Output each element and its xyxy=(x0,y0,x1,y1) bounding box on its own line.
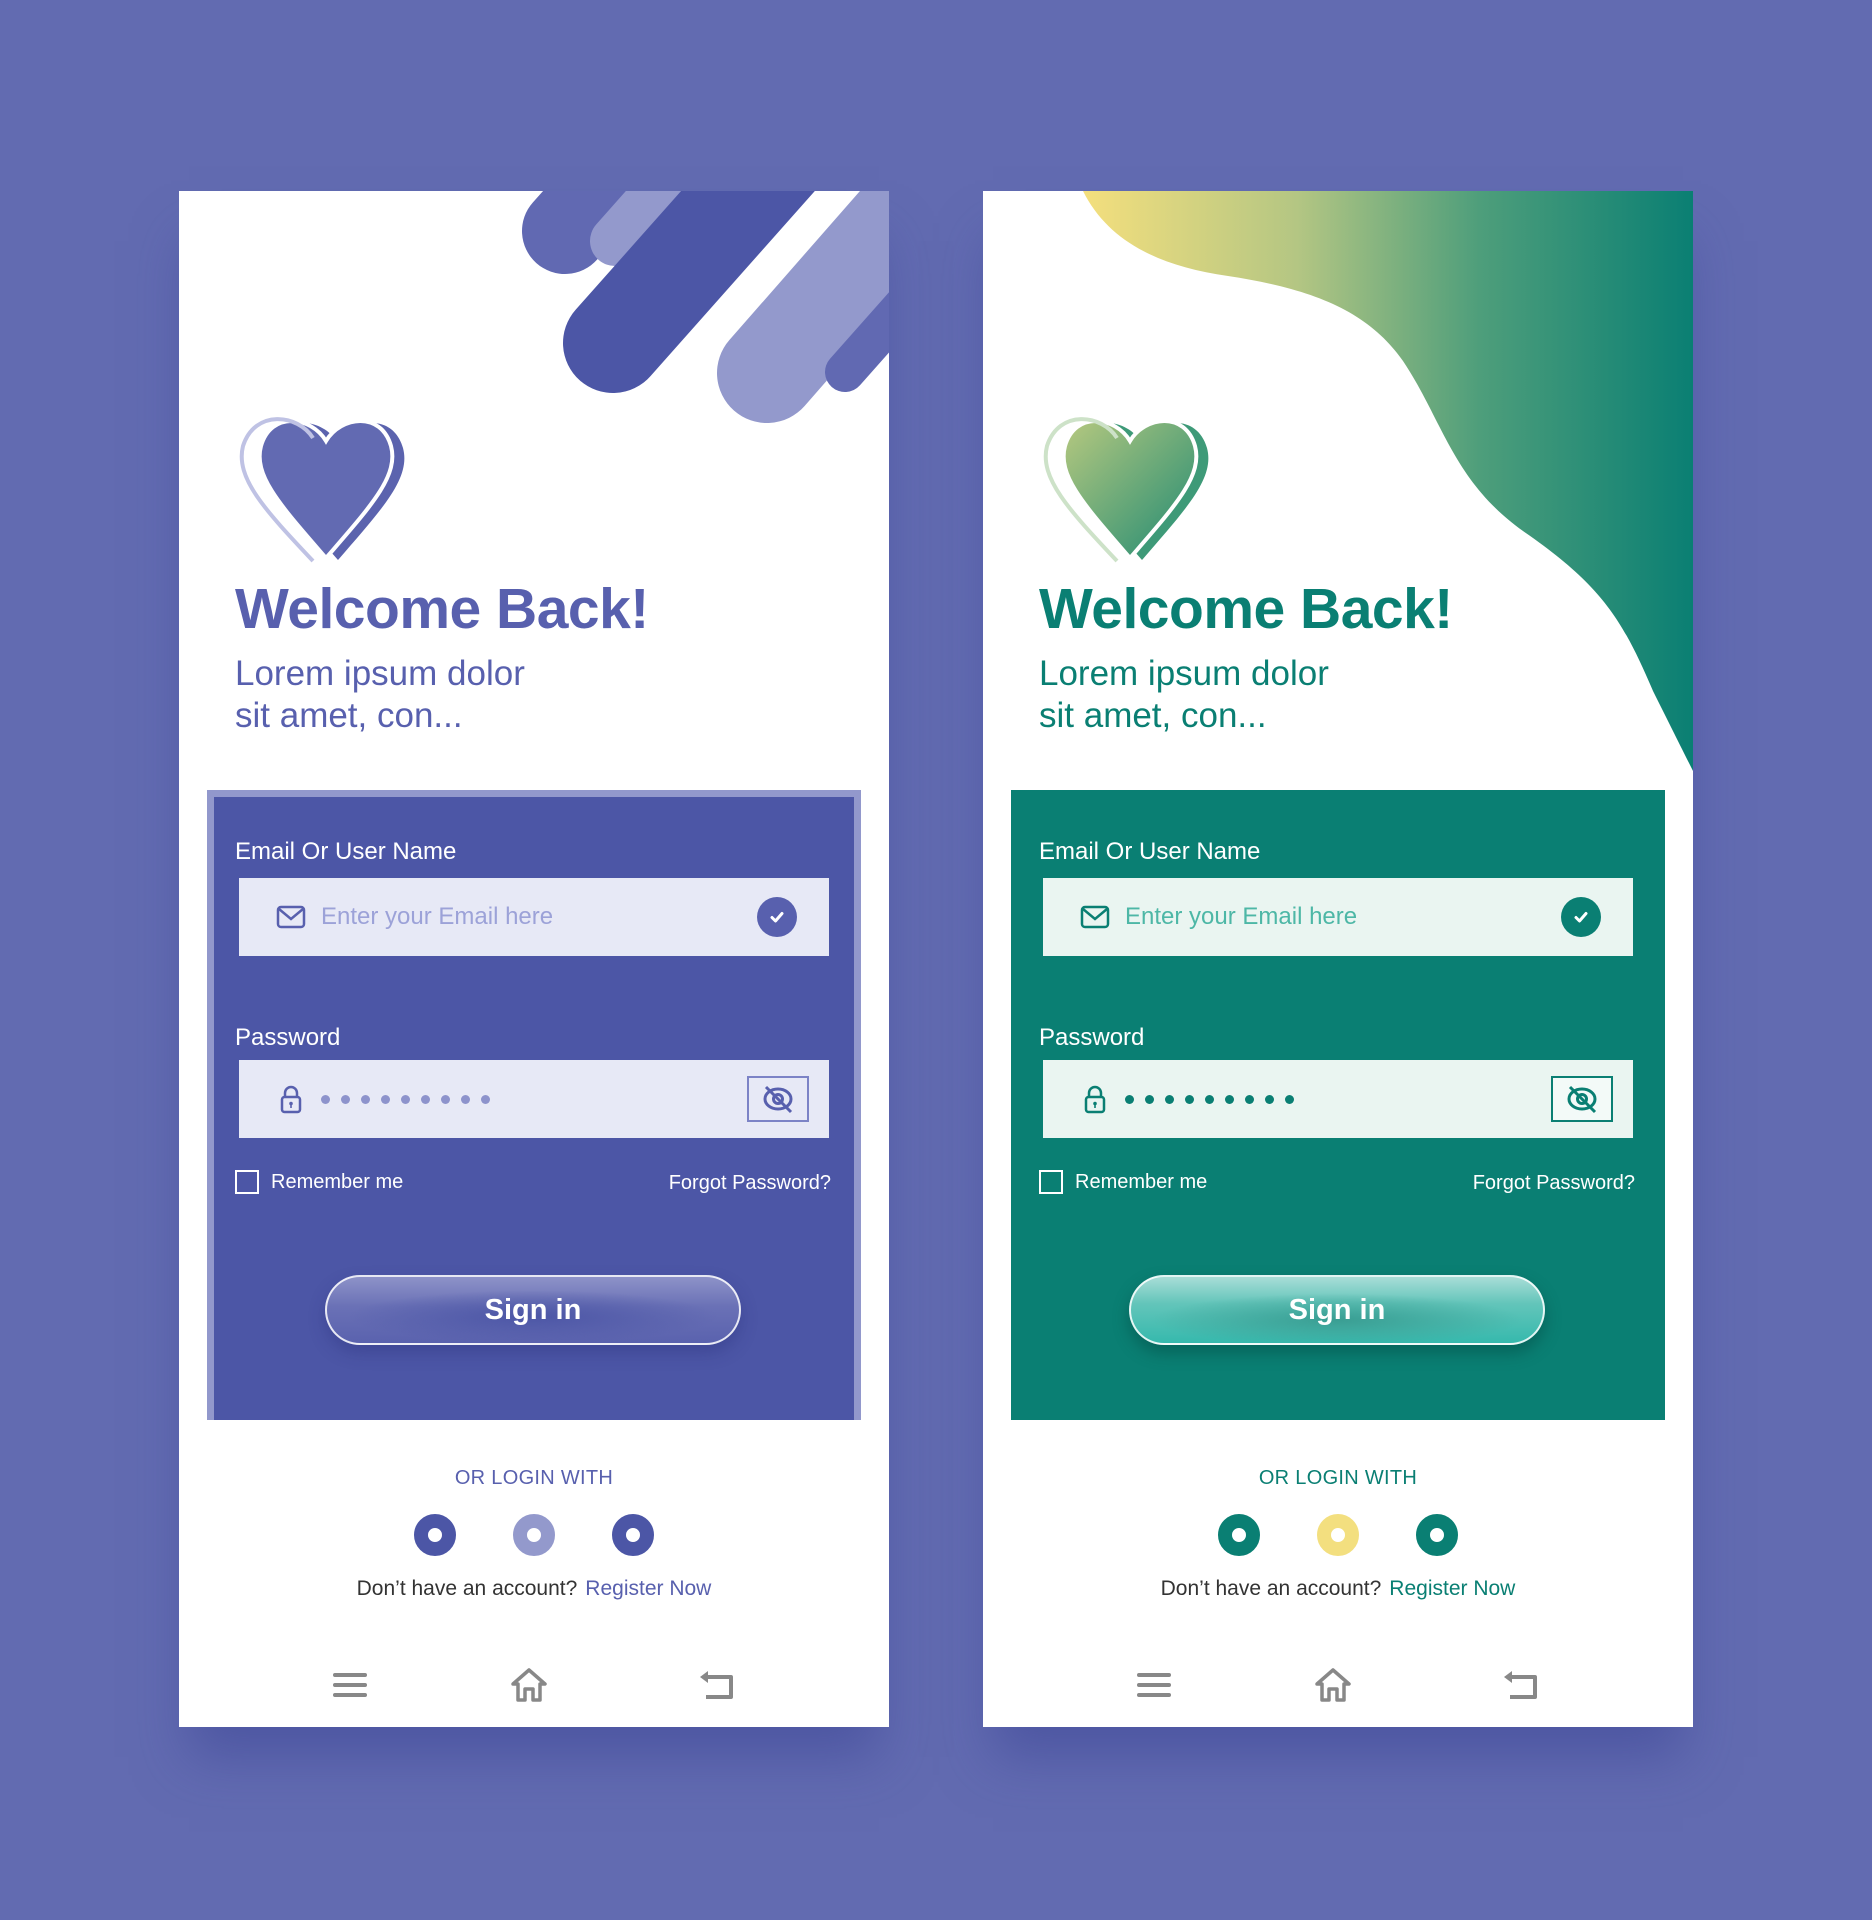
password-field[interactable] xyxy=(1043,1060,1633,1138)
password-mask-dot xyxy=(461,1094,470,1104)
login-screen-purple: Welcome Back! Lorem ipsum dolor sit amet,… xyxy=(179,191,889,1727)
email-label: Email Or User Name xyxy=(1039,838,1261,865)
email-field[interactable] xyxy=(239,878,829,956)
or-login-with-label: OR LOGIN WITH xyxy=(454,1467,614,1489)
password-mask-dot xyxy=(1245,1094,1254,1104)
password-mask-dot xyxy=(1125,1094,1134,1104)
social-login-2-button[interactable] xyxy=(513,1514,555,1556)
nav-back-button[interactable] xyxy=(1501,1665,1541,1705)
login-form: Email Or User Name Password Remember me … xyxy=(207,790,861,1420)
password-mask-dot xyxy=(361,1094,370,1104)
forgot-password-link[interactable]: Forgot Password? xyxy=(1473,1172,1635,1195)
home-icon xyxy=(511,1668,547,1702)
toggle-password-visibility-button[interactable] xyxy=(747,1076,809,1122)
remember-me-label: Remember me xyxy=(271,1170,404,1193)
nav-menu-button[interactable] xyxy=(330,1665,370,1705)
nav-home-button[interactable] xyxy=(509,1665,549,1705)
social-login-1-button[interactable] xyxy=(414,1514,456,1556)
lock-icon xyxy=(1084,1085,1106,1114)
remember-me-label: Remember me xyxy=(1075,1170,1208,1193)
login-form: Email Or User Name Password Remember me … xyxy=(1011,790,1665,1420)
email-input[interactable] xyxy=(1125,903,1561,931)
email-label: Email Or User Name xyxy=(235,838,457,865)
password-mask-dot xyxy=(381,1094,390,1104)
page-title: Welcome Back! xyxy=(235,577,649,641)
register-prompt: Don’t have an account? xyxy=(356,1577,578,1600)
password-label: Password xyxy=(1039,1024,1145,1051)
register-row: Don’t have an account? Register Now xyxy=(983,1577,1693,1601)
password-input[interactable] xyxy=(321,1094,747,1104)
register-now-link[interactable]: Register Now xyxy=(585,1577,711,1600)
remember-me-checkbox[interactable]: Remember me xyxy=(1039,1170,1207,1194)
social-login-3-button[interactable] xyxy=(1416,1514,1458,1556)
checkbox-box[interactable] xyxy=(235,1170,259,1194)
menu-icon xyxy=(1137,1673,1171,1697)
eye-off-icon xyxy=(763,1085,793,1114)
back-icon xyxy=(700,1671,733,1699)
password-mask-dot xyxy=(1225,1094,1234,1104)
menu-icon xyxy=(333,1673,367,1697)
password-mask-dot xyxy=(421,1094,430,1104)
password-mask-dot xyxy=(1285,1094,1294,1104)
password-mask-dot xyxy=(341,1094,350,1104)
nav-menu-button[interactable] xyxy=(1134,1665,1174,1705)
password-mask-dot xyxy=(1185,1094,1194,1104)
home-icon xyxy=(1315,1668,1351,1702)
password-mask-dot xyxy=(441,1094,450,1104)
email-input[interactable] xyxy=(321,903,757,931)
password-mask-dot xyxy=(481,1094,490,1104)
password-mask-dot xyxy=(1205,1094,1214,1104)
password-label: Password xyxy=(235,1024,341,1051)
check-circle-icon xyxy=(757,897,797,937)
password-field[interactable] xyxy=(239,1060,829,1138)
page-subtitle: Lorem ipsum dolor sit amet, con... xyxy=(1039,654,1329,735)
or-login-with-label: OR LOGIN WITH xyxy=(1258,1467,1418,1489)
social-login-2-button[interactable] xyxy=(1317,1514,1359,1556)
register-row: Don’t have an account? Register Now xyxy=(179,1577,889,1601)
password-mask-dot xyxy=(1265,1094,1274,1104)
toggle-password-visibility-button[interactable] xyxy=(1551,1076,1613,1122)
mail-icon xyxy=(1080,905,1110,929)
social-login-buttons xyxy=(983,1514,1693,1556)
check-circle-icon xyxy=(1561,897,1601,937)
page-subtitle: Lorem ipsum dolor sit amet, con... xyxy=(235,654,525,735)
email-field[interactable] xyxy=(1043,878,1633,956)
password-mask-dot xyxy=(401,1094,410,1104)
heart-logo-icon xyxy=(239,417,405,563)
password-mask-dot xyxy=(1165,1094,1174,1104)
forgot-password-link[interactable]: Forgot Password? xyxy=(669,1172,831,1195)
register-now-link[interactable]: Register Now xyxy=(1389,1577,1515,1600)
lock-icon xyxy=(280,1085,302,1114)
password-input[interactable] xyxy=(1125,1094,1551,1104)
page-title: Welcome Back! xyxy=(1039,577,1453,641)
back-icon xyxy=(1504,1671,1537,1699)
nav-home-button[interactable] xyxy=(1313,1665,1353,1705)
nav-back-button[interactable] xyxy=(697,1665,737,1705)
social-login-1-button[interactable] xyxy=(1218,1514,1260,1556)
password-mask-dot xyxy=(321,1094,330,1104)
login-screen-teal: Welcome Back! Lorem ipsum dolor sit amet,… xyxy=(983,191,1693,1727)
register-prompt: Don’t have an account? xyxy=(1160,1577,1382,1600)
sign-in-button[interactable]: Sign in xyxy=(1129,1275,1545,1345)
checkbox-box[interactable] xyxy=(1039,1170,1063,1194)
eye-off-icon xyxy=(1567,1085,1597,1114)
remember-me-checkbox[interactable]: Remember me xyxy=(235,1170,403,1194)
sign-in-button[interactable]: Sign in xyxy=(325,1275,741,1345)
social-login-3-button[interactable] xyxy=(612,1514,654,1556)
mail-icon xyxy=(276,905,306,929)
social-login-buttons xyxy=(179,1514,889,1556)
heart-logo-icon xyxy=(1043,417,1209,563)
password-mask-dot xyxy=(1145,1094,1154,1104)
